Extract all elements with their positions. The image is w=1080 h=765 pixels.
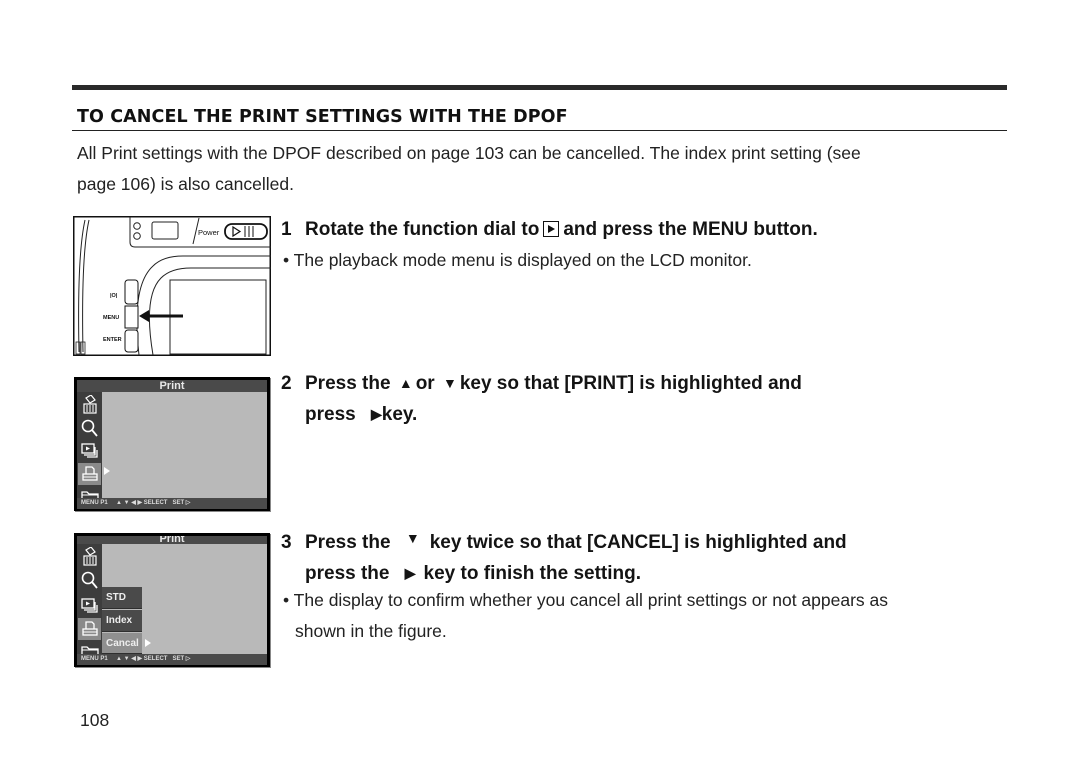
step-1-text-a: Rotate the function dial to [305, 219, 540, 240]
down-arrow-icon: ▼ [442, 375, 457, 391]
slideshow-icon [78, 595, 101, 617]
step-3-note-line-2: shown in the figure. [295, 621, 447, 641]
selection-arrow-icon [104, 467, 110, 475]
step-1-note: • The playback mode menu is displayed on… [283, 250, 752, 270]
step-1-text-b: and press the MENU button. [563, 219, 818, 240]
step-number: 2 [281, 373, 292, 394]
camera-back-figure: Power |O| MENU ENTER [73, 216, 271, 356]
step-3-note-line-1: • The display to confirm whether you can… [283, 590, 889, 610]
right-arrow-icon: ▶ [370, 406, 382, 422]
intro-line-1: All Print settings with the DPOF describ… [77, 143, 861, 163]
down-arrow-icon: ▼ [405, 530, 420, 546]
print-icon [78, 463, 101, 485]
button-label-enter: ENTER [103, 337, 122, 343]
magnify-icon [78, 417, 101, 439]
step-3-text: key twice so that [CANCEL] is highlighte… [429, 532, 847, 553]
lcd-footer: MENU P1 ▲ ▼ ◀ ▶ SELECT SET ▷ [77, 498, 267, 509]
step-2: 2 Press the ▲ or ▼ key so that [PRINT] is h… [281, 368, 802, 430]
section-title: TO CANCEL THE PRINT SETTINGS WITH THE DP… [77, 107, 568, 127]
erase-icon [78, 394, 101, 416]
step-2-text: or [415, 373, 435, 394]
lcd-footer: MENU P1 ▲ ▼ ◀ ▶ SELECT SET ▷ [77, 654, 267, 665]
slideshow-icon [78, 440, 101, 462]
magnify-icon [78, 569, 101, 591]
power-label: Power [198, 228, 220, 237]
step-2-text: press [305, 404, 356, 425]
button-label-display: |O| [110, 293, 118, 299]
step-2-text: key so that [PRINT] is highlighted and [459, 373, 802, 394]
intro-line-2: page 106) is also cancelled. [77, 174, 294, 194]
step-2-text: Press the [305, 373, 391, 394]
top-rule [72, 85, 1007, 90]
step-3-text: press the [305, 563, 390, 584]
step-number: 3 [281, 532, 292, 553]
lcd-screen-print-menu: Print MENU P1 ▲ ▼ ◀ ▶ SELECT SET ▷ [74, 377, 270, 511]
selection-arrow-icon [145, 639, 151, 647]
lcd-header: Print [77, 536, 267, 544]
submenu-item-index: Index [102, 610, 142, 632]
lcd-sidebar [77, 392, 102, 504]
print-icon [78, 618, 101, 640]
title-rule [72, 130, 1007, 131]
lcd-content-area [102, 392, 267, 498]
playback-mode-icon [543, 221, 560, 237]
intro-paragraph: All Print settings with the DPOF describ… [77, 138, 1012, 200]
lcd-screen-print-submenu: Print STD Index Cancal MENU P1 ▲ ▼ ◀ ▶ S… [74, 533, 270, 667]
up-arrow-icon: ▲ [398, 375, 413, 391]
step-3: 3 Press the ▼ key twice so that [CANCEL] i… [281, 523, 847, 589]
step-3-note: • The display to confirm whether you can… [283, 585, 888, 647]
page-number: 108 [80, 710, 110, 730]
submenu-item-std: STD [102, 587, 142, 609]
step-number: 1 [281, 219, 292, 240]
step-1: 1 Rotate the function dial to and press th… [281, 214, 818, 245]
step-3-text: key to finish the setting. [423, 563, 642, 584]
step-3-text: Press the [305, 532, 391, 553]
submenu-item-cancel: Cancal [102, 633, 142, 654]
lcd-header: Print [77, 380, 267, 392]
erase-icon [78, 546, 101, 568]
step-2-text: key. [381, 404, 418, 425]
lcd-sidebar [77, 544, 102, 659]
button-label-menu: MENU [103, 315, 119, 321]
